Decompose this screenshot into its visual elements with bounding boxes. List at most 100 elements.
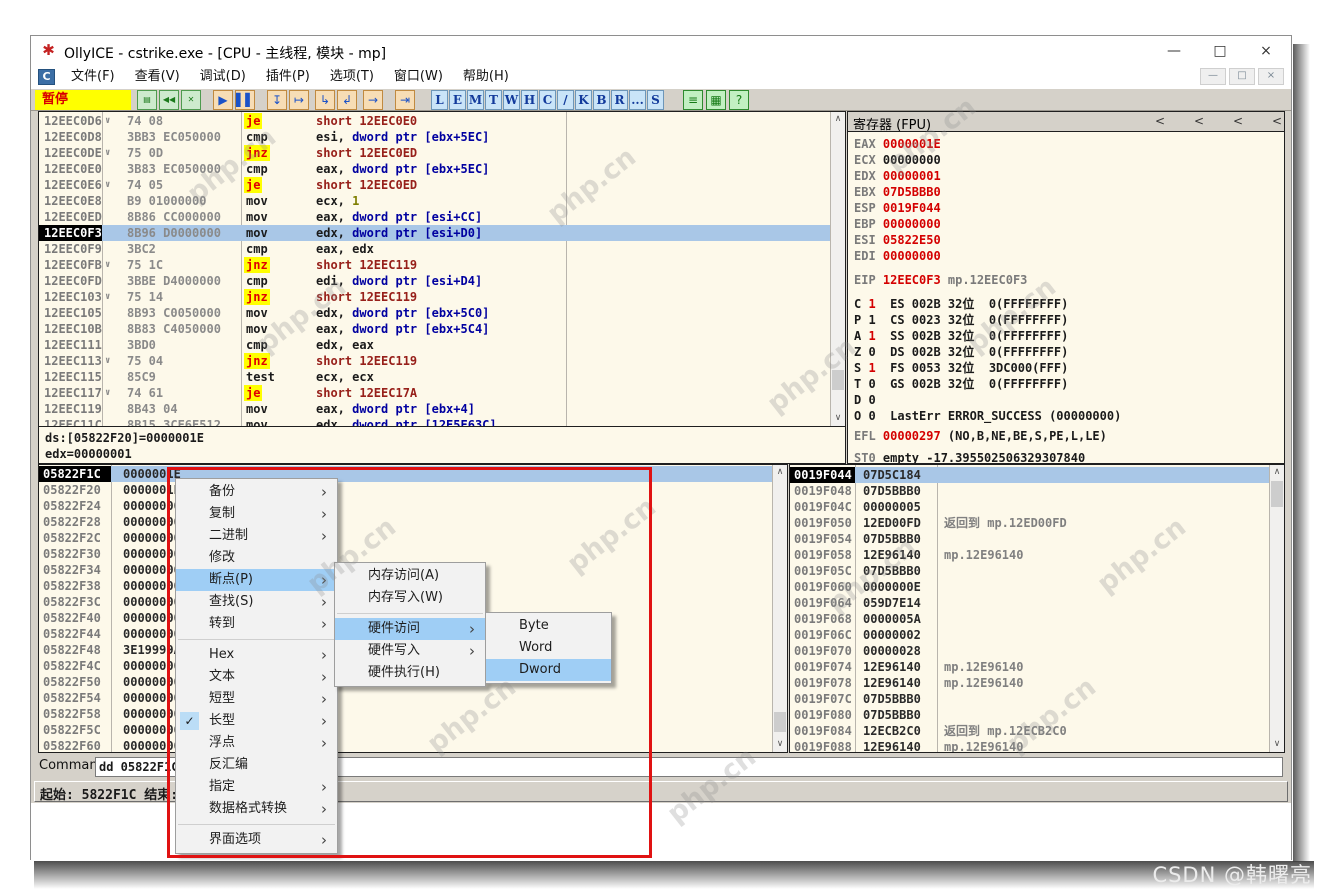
pause-button[interactable]: ▌▌ xyxy=(235,90,255,110)
disasm-row[interactable]: 12EEC1113BD0cmpedx, eax xyxy=(39,337,845,353)
mdi-restore-button[interactable]: □ xyxy=(1229,68,1255,85)
collapse-button[interactable]: < xyxy=(1153,114,1167,128)
register-line[interactable]: EIP 12EEC0F3 mp.12EEC0F3 xyxy=(854,272,1027,288)
register-line[interactable]: ESP 0019F044 xyxy=(854,200,941,216)
disasm-row[interactable]: 12EEC0E6∨74 05jeshort 12EEC0ED xyxy=(39,177,845,193)
step-over-button[interactable]: ↦ xyxy=(289,90,309,110)
disasm-row[interactable]: 12EEC0F93BC2cmpeax, edx xyxy=(39,241,845,257)
stack-row[interactable]: 0019F07812E96140mp.12E96140 xyxy=(790,675,1284,691)
call-stack-window-button[interactable]: K xyxy=(575,90,592,110)
menubar-item-3[interactable]: 插件(P) xyxy=(256,66,320,88)
breakpoints-window-button[interactable]: B xyxy=(593,90,610,110)
collapse-button[interactable]: < xyxy=(1270,114,1284,128)
register-line[interactable]: ESI 05822E50 xyxy=(854,232,941,248)
disasm-row[interactable]: 12EEC0FD3BBE D4000000cmpedi, dword ptr [… xyxy=(39,273,845,289)
register-line[interactable]: T 0 GS 002B 32位 0(FFFFFFFF) xyxy=(854,376,1068,392)
register-line[interactable]: ST0 empty -17.395502506329307840 xyxy=(854,450,1085,464)
stack-row[interactable]: 0019F05407D5BBB0 xyxy=(790,531,1284,547)
collapse-button[interactable]: < xyxy=(1192,114,1206,128)
executables-window-button[interactable]: E xyxy=(449,90,466,110)
stack-row[interactable]: 0019F05812E96140mp.12E96140 xyxy=(790,547,1284,563)
stack-row[interactable]: 0019F0680000005A xyxy=(790,611,1284,627)
windows-window-button[interactable]: W xyxy=(503,90,520,110)
minimize-button[interactable]: — xyxy=(1151,36,1197,66)
menubar-item-0[interactable]: 文件(F) xyxy=(61,66,125,88)
disasm-row[interactable]: 12EEC10B8B83 C4050000moveax, dword ptr [… xyxy=(39,321,845,337)
register-line[interactable]: EFL 00000297 (NO,B,NE,BE,S,PE,L,LE) xyxy=(854,428,1107,444)
disasm-row[interactable]: 12EEC0DE∨75 0Djnzshort 12EEC0ED xyxy=(39,145,845,161)
memory-window-button[interactable]: M xyxy=(467,90,484,110)
register-line[interactable]: EDX 00000001 xyxy=(854,168,941,184)
stack-pane[interactable]: 0019F04407D5C1840019F04807D5BBB00019F04C… xyxy=(789,464,1285,753)
menubar-item-5[interactable]: 窗口(W) xyxy=(384,66,453,88)
register-line[interactable]: EBP 00000000 xyxy=(854,216,941,232)
threads-window-button[interactable]: T xyxy=(485,90,502,110)
stack-row[interactable]: 0019F064059D7E14 xyxy=(790,595,1284,611)
disasm-row[interactable]: 12EEC0E8B9 01000000movecx, 1 xyxy=(39,193,845,209)
disassembly-pane[interactable]: 12EEC0D6∨74 08jeshort 12EEC0E012EEC0D83B… xyxy=(38,111,846,427)
references-window-button[interactable]: R xyxy=(611,90,628,110)
register-line[interactable]: S 1 FS 0053 32位 3DC000(FFF) xyxy=(854,360,1068,376)
disasm-row[interactable]: 12EEC0E03B83 EC050000cmpeax, dword ptr [… xyxy=(39,161,845,177)
options-button[interactable]: ≡ xyxy=(683,90,703,110)
restart-button[interactable]: ◀◀ xyxy=(159,90,179,110)
animate-into-button[interactable]: ↳ xyxy=(315,90,335,110)
register-line[interactable]: C 1 ES 002B 32位 0(FFFFFFFF) xyxy=(854,296,1068,312)
open-file-button[interactable]: ▤ xyxy=(137,90,157,110)
stack-scrollbar[interactable]: ∧ ∨ xyxy=(1269,465,1284,752)
step-into-button[interactable]: ↧ xyxy=(267,90,287,110)
disasm-row[interactable]: 12EEC1058B93 C0050000movedx, dword ptr [… xyxy=(39,305,845,321)
handles-window-button[interactable]: H xyxy=(521,90,538,110)
run-trace-window-button[interactable]: ... xyxy=(629,90,646,110)
scroll-thumb[interactable] xyxy=(1271,481,1283,507)
disasm-row[interactable]: 12EEC0ED8B86 CC000000moveax, dword ptr [… xyxy=(39,209,845,225)
log-window-button[interactable]: L xyxy=(431,90,448,110)
scroll-up-icon[interactable]: ∧ xyxy=(773,465,787,480)
source-window-button[interactable]: S xyxy=(647,90,664,110)
stack-row[interactable]: 0019F05C07D5BBB0 xyxy=(790,563,1284,579)
stack-row[interactable]: 0019F07C07D5BBB0 xyxy=(790,691,1284,707)
scroll-thumb[interactable] xyxy=(832,370,844,390)
disasm-row[interactable]: 12EEC0D83BB3 EC050000cmpesi, dword ptr [… xyxy=(39,129,845,145)
go-to-address-button[interactable]: ⇥ xyxy=(395,90,415,110)
scroll-thumb[interactable] xyxy=(774,712,786,732)
stack-row[interactable]: 0019F04807D5BBB0 xyxy=(790,483,1284,499)
register-line[interactable]: Z 0 DS 002B 32位 0(FFFFFFFF) xyxy=(854,344,1068,360)
run-button[interactable]: ▶ xyxy=(213,90,233,110)
register-line[interactable]: ECX 00000000 xyxy=(854,152,941,168)
menubar-item-4[interactable]: 选项(T) xyxy=(320,66,384,88)
scroll-down-icon[interactable]: ∨ xyxy=(773,737,787,752)
register-line[interactable]: EDI 00000000 xyxy=(854,248,941,264)
register-line[interactable]: EAX 0000001E xyxy=(854,136,941,152)
patches-window-button[interactable]: / xyxy=(557,90,574,110)
registers-pane[interactable]: 寄存器 (FPU) <<<< EAX 0000001EECX 00000000E… xyxy=(847,111,1285,464)
cpu-window-button[interactable]: C xyxy=(539,90,556,110)
menubar-item-1[interactable]: 查看(V) xyxy=(125,66,190,88)
collapse-button[interactable]: < xyxy=(1231,114,1245,128)
stack-row[interactable]: 0019F07412E96140mp.12E96140 xyxy=(790,659,1284,675)
disasm-row[interactable]: 12EEC113∨75 04jnzshort 12EEC119 xyxy=(39,353,845,369)
disasm-row[interactable]: 12EEC103∨75 14jnzshort 12EEC119 xyxy=(39,289,845,305)
stack-row[interactable]: 0019F04407D5C184 xyxy=(790,467,1284,483)
scroll-down-icon[interactable]: ∨ xyxy=(1270,737,1284,752)
close-button[interactable]: × xyxy=(1243,36,1289,66)
disasm-row[interactable]: 12EEC0FB∨75 1Cjnzshort 12EEC119 xyxy=(39,257,845,273)
dump-scrollbar[interactable]: ∧ ∨ xyxy=(772,465,787,752)
register-line[interactable]: A 1 SS 002B 32位 0(FFFFFFFF) xyxy=(854,328,1068,344)
scroll-up-icon[interactable]: ∧ xyxy=(831,112,845,127)
scroll-up-icon[interactable]: ∧ xyxy=(1270,465,1284,480)
cpu-window-icon[interactable]: C xyxy=(38,69,55,85)
stack-row[interactable]: 0019F04C00000005 xyxy=(790,499,1284,515)
disasm-row[interactable]: 12EEC0D6∨74 08jeshort 12EEC0E0 xyxy=(39,113,845,129)
menubar-item-6[interactable]: 帮助(H) xyxy=(453,66,519,88)
disasm-scrollbar[interactable]: ∧ ∨ xyxy=(830,112,845,426)
appearance-button[interactable]: ▦ xyxy=(706,90,726,110)
disasm-row[interactable]: 12EEC117∨74 61jeshort 12EEC17A xyxy=(39,385,845,401)
stack-row[interactable]: 0019F08007D5BBB0 xyxy=(790,707,1284,723)
stack-row[interactable]: 0019F05012ED00FD返回到 mp.12ED00FD xyxy=(790,515,1284,531)
menubar-item-2[interactable]: 调试(D) xyxy=(190,66,256,88)
stack-row[interactable]: 0019F08812E96140mp.12E96140 xyxy=(790,739,1284,753)
scroll-down-icon[interactable]: ∨ xyxy=(831,411,845,426)
help-button[interactable]: ? xyxy=(729,90,749,110)
stack-row[interactable]: 0019F08412ECB2C0返回到 mp.12ECB2C0 xyxy=(790,723,1284,739)
